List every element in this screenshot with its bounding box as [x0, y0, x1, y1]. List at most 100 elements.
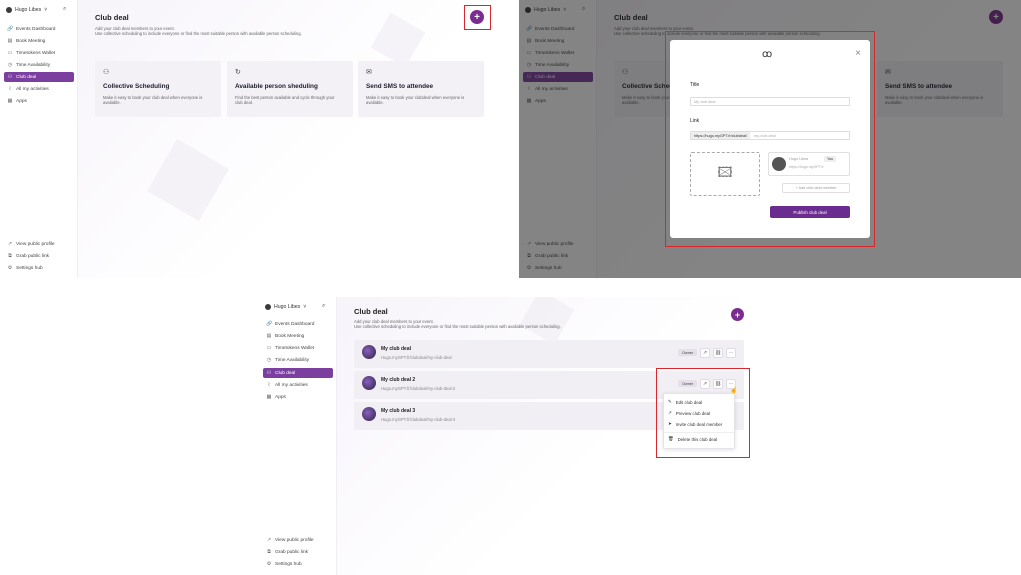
sidebar-item-label: Settings hub — [275, 561, 302, 567]
background-shape — [370, 12, 426, 68]
sidebar-item-label: Club deal — [16, 74, 37, 80]
external-icon: ↗ — [266, 537, 272, 543]
sidebar-item-club-deal[interactable]: ⚇Club deal — [4, 72, 74, 82]
users-icon: ⚇ — [7, 74, 13, 80]
user-name: Hugo Libes — [15, 7, 42, 13]
sidebar-item-all-my-activities[interactable]: ⌇ All my activities — [263, 380, 333, 390]
sidebar-item-view-public-profile[interactable]: ↗View public profile — [4, 239, 74, 249]
list-item[interactable]: My club deal Hugo.myGPT.fr/clubdeal/my-c… — [354, 340, 744, 368]
wallet-icon: ▭ — [7, 50, 13, 56]
club-deal-thumbnail — [362, 345, 376, 359]
page-subtitle: Add your club deal members to your event… — [95, 26, 302, 37]
sidebar-item-book-meeting[interactable]: ▤Book Meeting — [263, 331, 333, 341]
gear-icon: ⚙ — [266, 561, 272, 567]
page-title: Club deal — [354, 307, 388, 316]
clock-icon: ◷ — [7, 62, 13, 68]
calendar-icon: ▤ — [7, 38, 13, 44]
external-icon: ↗ — [7, 241, 13, 247]
copy-icon: ⧉ — [267, 549, 271, 555]
card-send-sms[interactable]: ✉ Send SMS to attendee Make it easy to boo… — [358, 61, 484, 117]
link-icon: 🔗 — [266, 321, 273, 327]
page-subtitle: Add your club deal members to your event… — [354, 319, 561, 330]
user-menu[interactable]: Hugo Libes˅ — [6, 7, 47, 13]
club-deal-thumbnail — [362, 407, 376, 421]
sidebar: Hugo Libes˅ ⌕ 🔗Events Dashboard ▤Book Me… — [259, 297, 337, 575]
club-deal-title: My club deal 2 — [381, 377, 416, 383]
card-title: Available person sheduling — [235, 83, 318, 90]
club-deal-title: My club deal — [381, 346, 412, 352]
highlight-box — [464, 5, 491, 30]
sidebar-item-label: Book Meeting — [16, 38, 46, 44]
card-collective-scheduling[interactable]: ⚇ Collective Scheduling Make it easy to bo… — [95, 61, 221, 117]
club-deal-thumbnail — [362, 376, 376, 390]
sidebar-item-time-availability[interactable]: ◷Time Availability — [263, 355, 333, 365]
activity-icon: ⌇ — [8, 86, 12, 92]
sidebar-item-label: Book Meeting — [275, 333, 305, 339]
sidebar-item-timetokens-wallet[interactable]: ▭Timetokens Wallet — [263, 343, 333, 353]
sidebar-item-label: View public profile — [275, 537, 314, 543]
sidebar-item-book-meeting[interactable]: ▤Book Meeting — [4, 36, 74, 46]
sidebar-item-label: View public profile — [16, 241, 55, 247]
user-menu[interactable]: Hugo Libes˅ — [265, 304, 306, 310]
sidebar-item-label: Timetokens Wallet — [16, 50, 56, 56]
gear-icon: ⚙ — [7, 265, 13, 271]
grid-icon: ▦ — [266, 394, 272, 400]
sidebar-item-events-dashboard[interactable]: 🔗Events Dashboard — [4, 24, 74, 34]
sidebar-item-grab-public-link[interactable]: ⧉ Grab public link — [263, 547, 333, 557]
subtitle-line-2: Use collective scheduling to include eve… — [95, 31, 302, 37]
panel-create-club-deal-modal: Hugo Libes˅ ⌕ 🔗Events Dashboard ▤Book Me… — [519, 0, 1021, 278]
background-shape — [147, 139, 229, 221]
calendar-icon: ▤ — [266, 333, 272, 339]
chevron-down-icon: ˅ — [44, 7, 48, 13]
link-icon[interactable]: ⛓ — [713, 348, 723, 358]
page-title: Club deal — [95, 13, 129, 22]
panel-club-deal-overview: Hugo Libes ˅ ⌕ 🔗 Events Dashboard ▤ Book Me… — [0, 0, 502, 278]
highlight-box — [665, 31, 875, 247]
sidebar-item-label: Grab public link — [275, 549, 309, 555]
add-club-deal-button[interactable]: + — [731, 308, 744, 321]
sidebar-item-time-availability[interactable]: ◷Time Availability — [4, 60, 74, 70]
sidebar-item-grab-public-link[interactable]: ⧉ Grab public link — [4, 251, 74, 261]
search-icon[interactable]: ⌕ — [322, 303, 325, 310]
sidebar-item-view-public-profile[interactable]: ↗View public profile — [263, 535, 333, 545]
sidebar-item-events-dashboard[interactable]: 🔗Events Dashboard — [263, 319, 333, 329]
subtitle-line-2: Use collective scheduling to include eve… — [354, 324, 561, 330]
more-icon[interactable]: ⋯ — [726, 348, 736, 358]
sidebar-item-label: Club deal — [275, 370, 296, 376]
sidebar-item-timetokens-wallet[interactable]: ▭Timetokens Wallet — [4, 48, 74, 58]
card-description: Make it easy to book your clubdeal when … — [366, 95, 465, 106]
sidebar-item-label: Grab public link — [16, 253, 50, 259]
users-icon: ⚇ — [103, 69, 110, 76]
sidebar-item-settings-hub[interactable]: ⚙Settings hub — [4, 263, 74, 273]
search-icon[interactable]: ⌕ — [63, 6, 66, 13]
sidebar-item-label: Settings hub — [16, 265, 43, 271]
sidebar-item-label: Events Dashboard — [16, 26, 56, 32]
panel-club-deal-list: Hugo Libes ˅ ⌕ 🔗 Events Dashboard ▤ Book Me… — [259, 297, 761, 575]
club-deal-title: My club deal 3 — [381, 408, 416, 414]
sidebar-item-all-my-activities[interactable]: ⌇ All my activities — [4, 84, 74, 94]
sidebar-item-label: All my activities — [16, 86, 49, 92]
sidebar-item-label: Events Dashboard — [275, 321, 315, 327]
card-description: Find the best person available and cycle… — [235, 95, 335, 106]
users-icon: ⚇ — [266, 370, 272, 376]
sidebar-item-settings-hub[interactable]: ⚙Settings hub — [263, 559, 333, 569]
grid-icon: ▦ — [7, 98, 13, 104]
card-title: Collective Scheduling — [103, 83, 170, 90]
highlight-box — [656, 368, 750, 458]
sidebar-item-label: All my activities — [275, 382, 308, 388]
club-deal-url: Hugo.myGPT.fr/clubdeal/my-club-deal — [381, 355, 452, 360]
sidebar-item-label: Timetokens Wallet — [275, 345, 315, 351]
sidebar-item-club-deal[interactable]: ⚇Club deal — [263, 368, 333, 378]
card-available-person[interactable]: ↻ Available person sheduling Find the best… — [227, 61, 353, 117]
mail-icon: ✉ — [366, 69, 372, 76]
sidebar-item-label: Apps — [16, 98, 27, 104]
avatar — [6, 7, 12, 13]
activity-icon: ⌇ — [267, 382, 271, 388]
sidebar-item-apps[interactable]: ▦Apps — [4, 96, 74, 106]
preview-icon[interactable]: ↗ — [700, 348, 710, 358]
main-content: Club deal Add your club deal members to … — [78, 0, 502, 278]
avatar — [265, 304, 271, 310]
owner-badge: Owner — [678, 349, 698, 356]
clock-icon: ◷ — [266, 357, 272, 363]
sidebar-item-apps[interactable]: ▦Apps — [263, 392, 333, 402]
